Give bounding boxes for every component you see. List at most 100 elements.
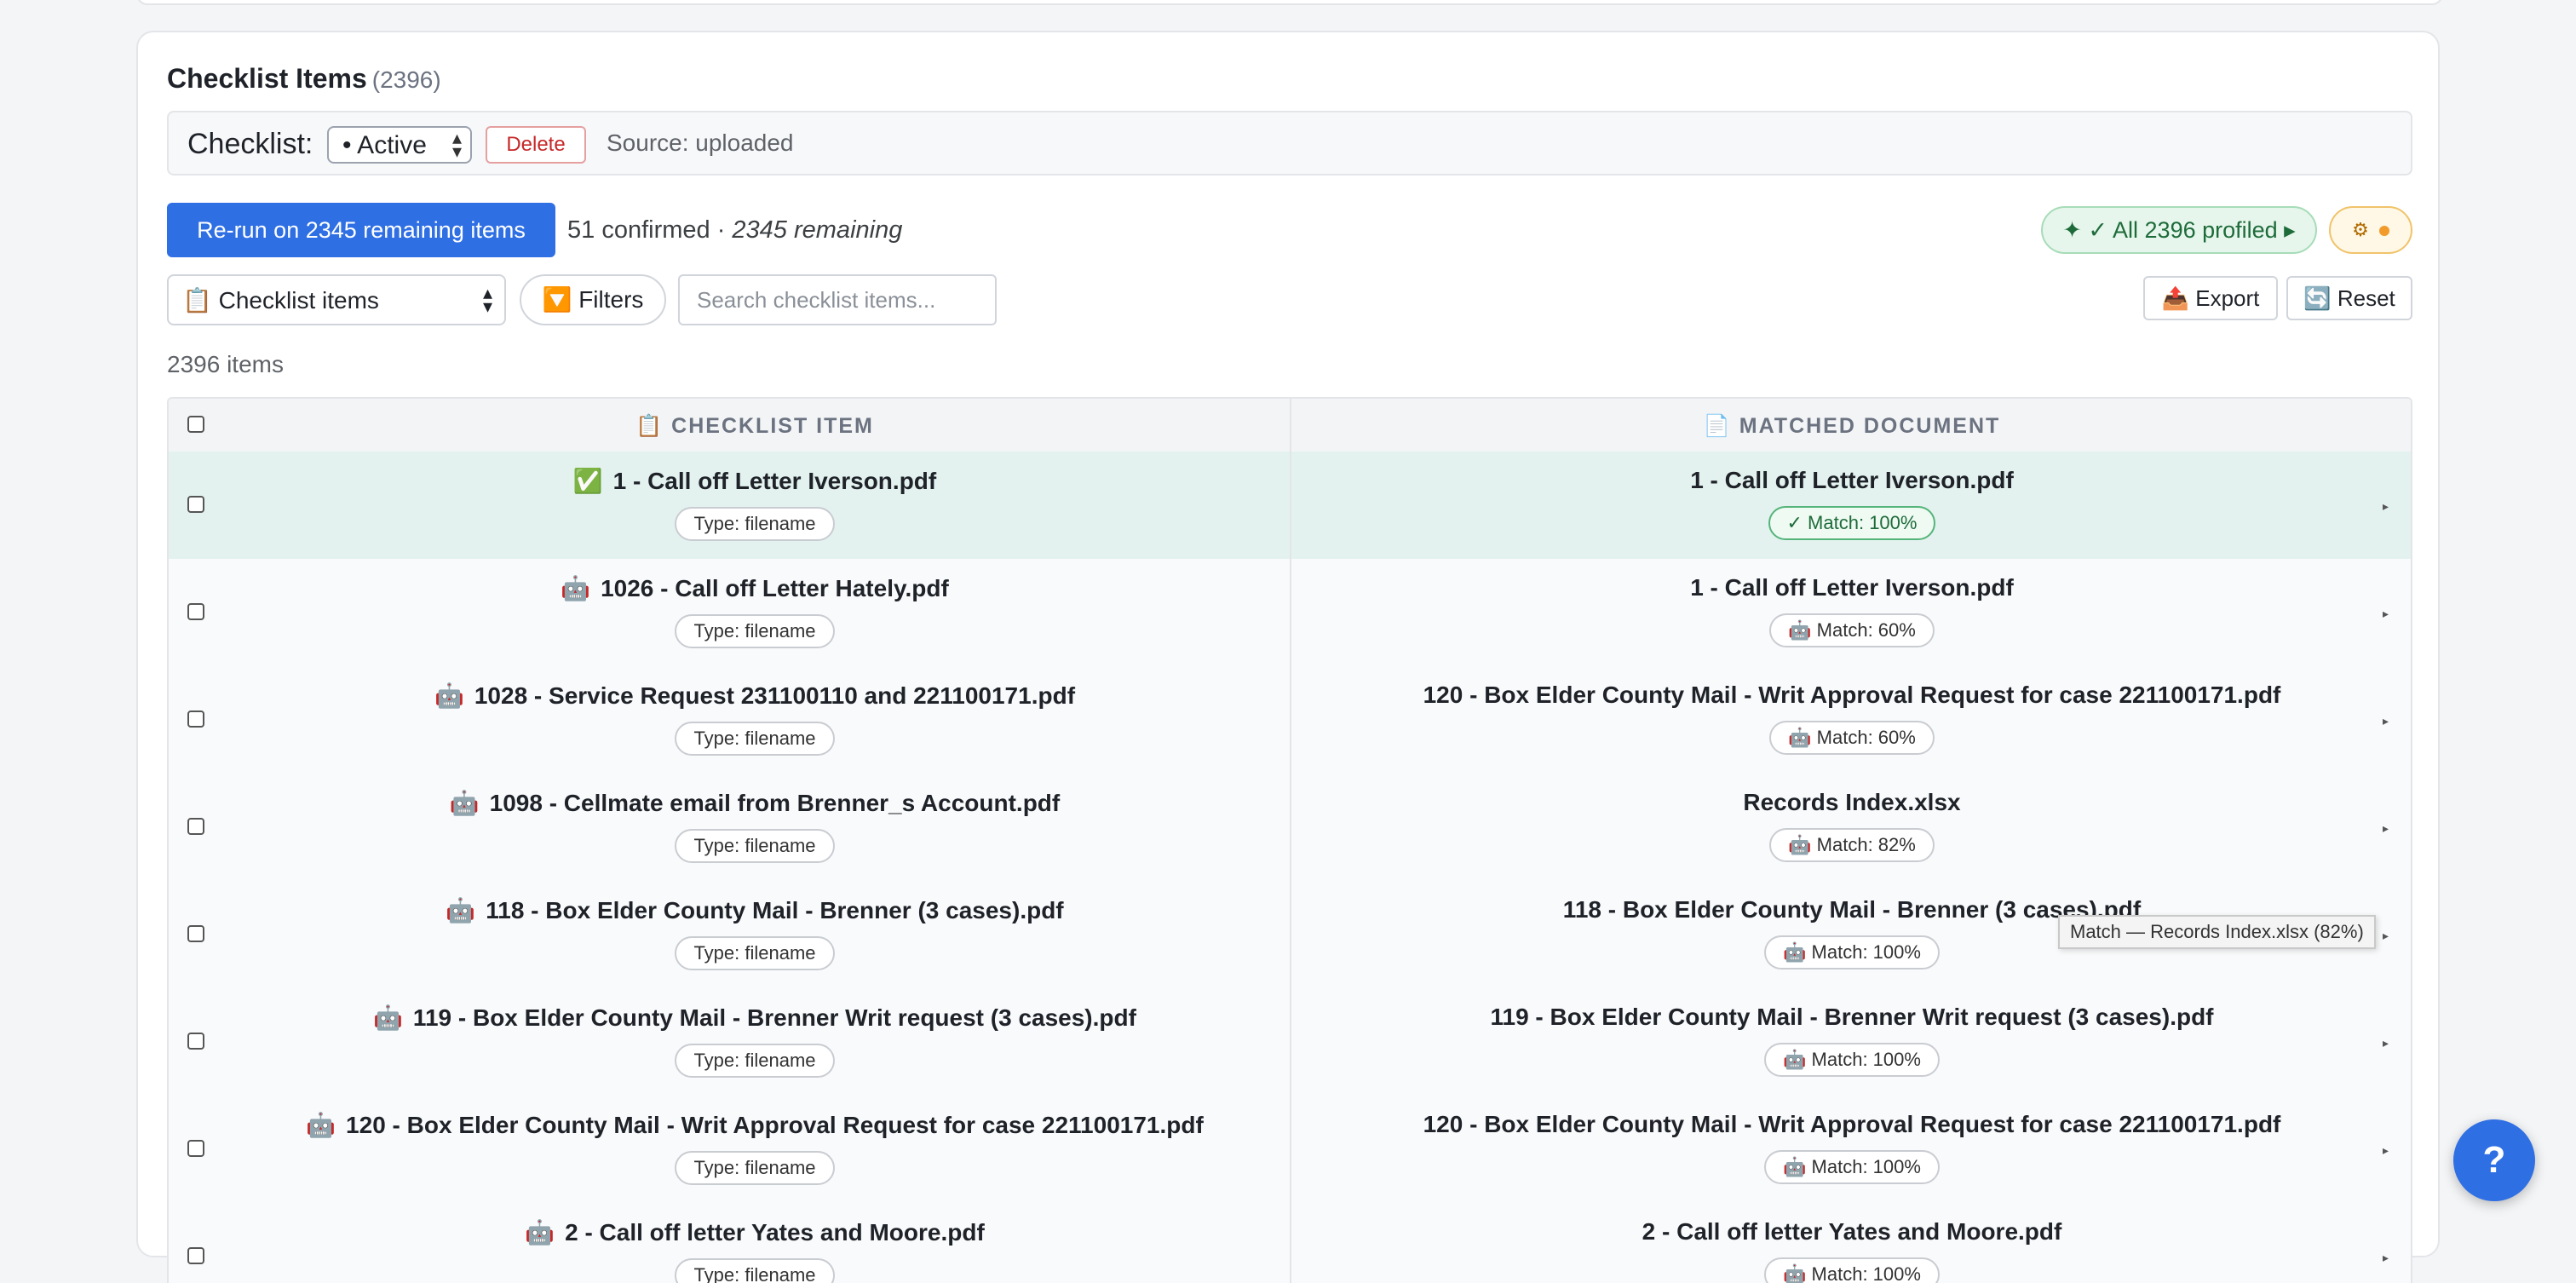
match-badge[interactable]: ✓ Match: 100% xyxy=(1768,506,1936,540)
checklist-item-name: 🤖 118 - Box Elder County Mail - Brenner (… xyxy=(220,896,1290,924)
matched-document-name[interactable]: 2 - Call off letter Yates and Moore.pdf xyxy=(1291,1218,2411,1246)
robot-icon: 🤖 xyxy=(306,1112,336,1138)
checklist-bar: Checklist: • Active ▴ ▾ Delete Source: up… xyxy=(167,111,2412,175)
match-badge[interactable]: 🤖 Match: 60% xyxy=(1769,721,1935,755)
matched-document-name[interactable]: 1 - Call off Letter Iverson.pdf xyxy=(1291,467,2411,494)
match-badge[interactable]: 🤖 Match: 100% xyxy=(1764,1043,1940,1077)
type-badge: Type: filename xyxy=(675,507,835,541)
checklist-item-text: 119 - Box Elder County Mail - Brenner Wr… xyxy=(412,1004,1136,1031)
status-dot-icon xyxy=(2378,226,2389,237)
robot-icon: 🤖 xyxy=(434,682,464,709)
type-badge: Type: filename xyxy=(675,1044,835,1078)
items-count-badge: (2396) xyxy=(371,66,441,93)
row-checkbox[interactable] xyxy=(187,603,204,620)
checklist-item-cell: 🤖 1026 - Call off Letter Hately.pdf Type: … xyxy=(220,574,1290,648)
view-select-value: 📋 Checklist items xyxy=(182,287,379,314)
match-badge[interactable]: 🤖 Match: 82% xyxy=(1769,828,1935,862)
checklist-item-cell: ✅ 1 - Call off Letter Iverson.pdf Type: fi… xyxy=(220,467,1290,541)
matched-document-name[interactable]: 1 - Call off Letter Iverson.pdf xyxy=(1291,574,2411,601)
check-icon: ✅ xyxy=(572,468,603,494)
type-badge: Type: filename xyxy=(675,1258,835,1283)
matched-document-cell: 1 - Call off Letter Iverson.pdf 🤖 Match: … xyxy=(1291,574,2411,647)
matched-document-cell: 120 - Box Elder County Mail - Writ Appro… xyxy=(1291,682,2411,755)
checklist-item-cell: 🤖 1098 - Cellmate email from Brenner_s Ac… xyxy=(220,789,1290,863)
checklist-item-name: 🤖 1028 - Service Request 231100110 and 22… xyxy=(220,682,1290,710)
checklist-item-cell: 🤖 120 - Box Elder County Mail - Writ Appr… xyxy=(220,1111,1290,1185)
expand-chevron-icon[interactable]: ▸ xyxy=(2383,929,2389,943)
checklist-item-name: 🤖 2 - Call off letter Yates and Moore.pdf xyxy=(220,1218,1290,1246)
confirmed-count: 51 confirmed · xyxy=(567,216,733,244)
match-badge[interactable]: 🤖 Match: 60% xyxy=(1769,613,1935,647)
checklist-item-text: 120 - Box Elder County Mail - Writ Appro… xyxy=(346,1112,1204,1138)
select-caret-icon: ▴ ▾ xyxy=(482,282,492,317)
type-badge: Type: filename xyxy=(675,1151,835,1185)
match-tooltip: Match — Records Index.xlsx (82%) xyxy=(2058,915,2376,949)
type-badge: Type: filename xyxy=(675,614,835,648)
matched-document-cell: 119 - Box Elder County Mail - Brenner Wr… xyxy=(1291,1004,2411,1077)
filters-button[interactable]: 🔽 Filters xyxy=(520,274,666,325)
type-badge: Type: filename xyxy=(675,722,835,756)
robot-icon: 🤖 xyxy=(373,1004,403,1031)
checklist-item-cell: 🤖 119 - Box Elder County Mail - Brenner W… xyxy=(220,1004,1290,1078)
checklist-item-text: 1028 - Service Request 231100110 and 221… xyxy=(474,682,1076,709)
checklist-item-text: 118 - Box Elder County Mail - Brenner (3… xyxy=(486,897,1064,923)
checklist-item-cell: 🤖 1028 - Service Request 231100110 and 22… xyxy=(220,682,1290,756)
expand-chevron-icon[interactable]: ▸ xyxy=(2383,714,2389,728)
type-badge: Type: filename xyxy=(675,829,835,863)
row-checkbox[interactable] xyxy=(187,711,204,728)
select-caret-icon: ▴ ▾ xyxy=(451,127,462,162)
title-text: Checklist Items xyxy=(167,63,367,94)
match-badge[interactable]: 🤖 Match: 100% xyxy=(1764,1257,1940,1283)
checklist-item-name: 🤖 1098 - Cellmate email from Brenner_s Ac… xyxy=(220,789,1290,817)
select-all-checkbox[interactable] xyxy=(187,416,204,433)
match-badge[interactable]: 🤖 Match: 100% xyxy=(1764,1150,1940,1184)
view-select[interactable]: 📋 Checklist items ▴ ▾ xyxy=(167,274,506,325)
matched-document-name[interactable]: Records Index.xlsx xyxy=(1291,789,2411,816)
profiled-status-pill[interactable]: ✦ ✓ All 2396 profiled ▸ xyxy=(2041,206,2317,254)
source-text: Source: uploaded xyxy=(607,129,794,156)
row-checkbox[interactable] xyxy=(187,1033,204,1050)
checklist-item-name: ✅ 1 - Call off Letter Iverson.pdf xyxy=(220,467,1290,495)
matched-document-name[interactable]: 120 - Box Elder County Mail - Writ Appro… xyxy=(1291,1111,2411,1138)
rerun-button[interactable]: Re-run on 2345 remaining items xyxy=(167,203,555,257)
robot-icon: 🤖 xyxy=(446,897,476,923)
expand-chevron-icon[interactable]: ▸ xyxy=(2383,499,2389,514)
help-button[interactable]: ? xyxy=(2453,1119,2535,1201)
expand-chevron-icon[interactable]: ▸ xyxy=(2383,821,2389,836)
column-divider xyxy=(1290,399,1291,1283)
checklist-item-text: 2 - Call off letter Yates and Moore.pdf xyxy=(565,1219,985,1246)
delete-button[interactable]: Delete xyxy=(486,126,586,164)
column-header-matched-document[interactable]: 📄 MATCHED DOCUMENT xyxy=(1291,414,2411,439)
robot-icon: 🤖 xyxy=(525,1219,555,1246)
expand-chevron-icon[interactable]: ▸ xyxy=(2383,1143,2389,1158)
checklist-item-text: 1026 - Call off Letter Hately.pdf xyxy=(601,575,949,601)
column-header-checklist-item[interactable]: 📋 CHECKLIST ITEM xyxy=(220,414,1290,439)
export-button[interactable]: 📤 Export xyxy=(2143,276,2278,320)
checklist-select[interactable]: • Active ▴ ▾ xyxy=(327,126,472,164)
checklist-item-cell: 🤖 2 - Call off letter Yates and Moore.pdf… xyxy=(220,1218,1290,1283)
search-input[interactable] xyxy=(678,274,997,325)
checklist-select-value: • Active xyxy=(342,131,427,159)
reset-button[interactable]: 🔄 Reset xyxy=(2286,276,2412,320)
gear-icon: ⚙ xyxy=(2352,219,2369,240)
checklist-items-panel: Checklist Items (2396) Checklist: • Activ… xyxy=(136,31,2440,1283)
matched-document-cell: 120 - Box Elder County Mail - Writ Appro… xyxy=(1291,1111,2411,1184)
matched-document-name[interactable]: 119 - Box Elder County Mail - Brenner Wr… xyxy=(1291,1004,2411,1031)
row-checkbox[interactable] xyxy=(187,818,204,835)
matched-document-name[interactable]: 120 - Box Elder County Mail - Writ Appro… xyxy=(1291,682,2411,709)
expand-chevron-icon[interactable]: ▸ xyxy=(2383,1036,2389,1050)
items-count: 2396 items xyxy=(167,351,284,377)
row-checkbox[interactable] xyxy=(187,496,204,513)
expand-chevron-icon[interactable]: ▸ xyxy=(2383,607,2389,621)
checklist-item-cell: 🤖 118 - Box Elder County Mail - Brenner (… xyxy=(220,896,1290,970)
row-checkbox[interactable] xyxy=(187,925,204,942)
settings-pill[interactable]: ⚙ xyxy=(2329,206,2412,254)
checklist-item-text: 1098 - Cellmate email from Brenner_s Acc… xyxy=(489,790,1061,816)
row-checkbox[interactable] xyxy=(187,1140,204,1157)
match-badge[interactable]: 🤖 Match: 100% xyxy=(1764,935,1940,969)
top-card xyxy=(136,0,2443,5)
row-checkbox[interactable] xyxy=(187,1247,204,1264)
checklist-item-name: 🤖 120 - Box Elder County Mail - Writ Appr… xyxy=(220,1111,1290,1139)
expand-chevron-icon[interactable]: ▸ xyxy=(2383,1251,2389,1265)
robot-icon: 🤖 xyxy=(561,575,591,601)
